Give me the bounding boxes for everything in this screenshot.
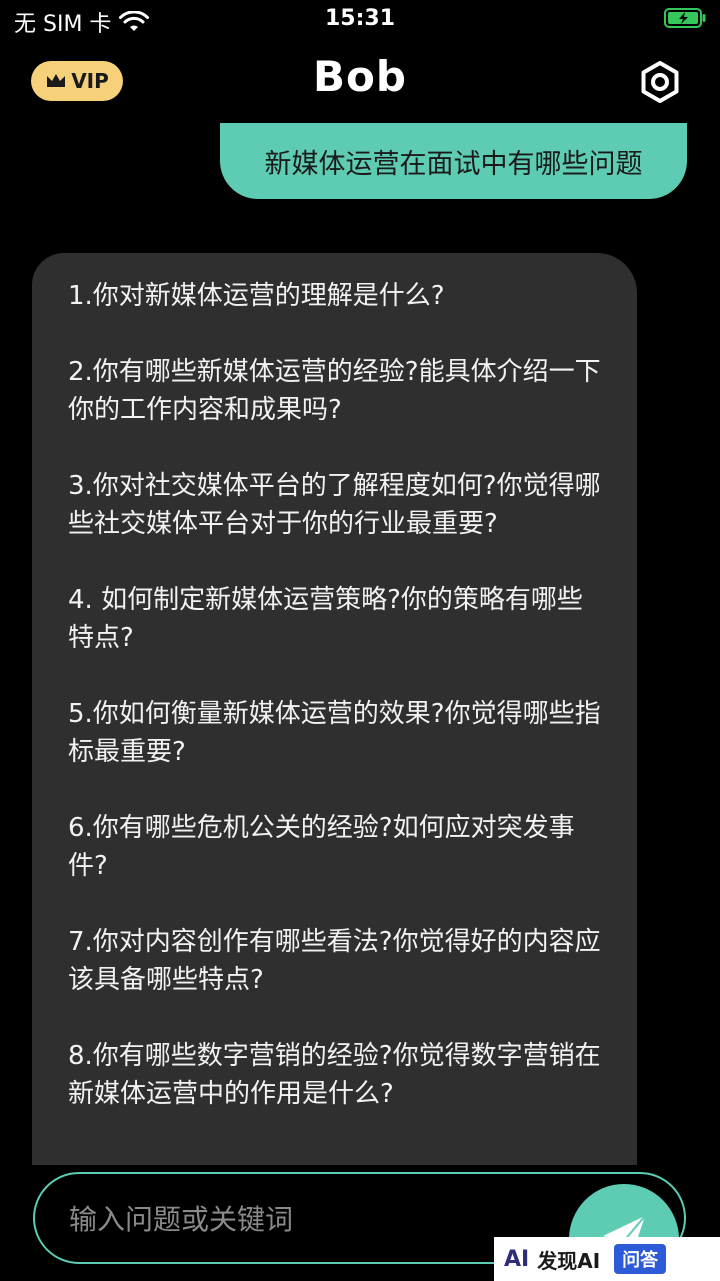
answer-item: 5.你如何衡量新媒体运营的效果?你觉得哪些指标最重要? <box>68 699 601 767</box>
answer-item: 6.你有哪些危机公关的经验?如何应对突发事件? <box>68 813 575 881</box>
answer-item: 2.你有哪些新媒体运营的经验?能具体介绍一下你的工作内容和成果吗? <box>68 357 601 425</box>
watermark: AI 发现AI 问答 <box>494 1237 720 1281</box>
answer-item: 7.你对内容创作有哪些看法?你觉得好的内容应该具备哪些特点? <box>68 927 601 995</box>
app-header: VIP Bob <box>0 40 720 124</box>
answer-item: 1.你对新媒体运营的理解是什么? <box>68 281 445 311</box>
watermark-tag: 问答 <box>614 1244 667 1274</box>
status-bar: 无 SIM 卡 15:31 <box>0 0 720 40</box>
bot-message-bubble: 1.你对新媒体运营的理解是什么? 2.你有哪些新媒体运营的经验?能具体介绍一下你… <box>32 253 637 1165</box>
answer-item: 8.你有哪些数字营销的经验?你觉得数字营销在新媒体运营中的作用是什么? <box>68 1041 601 1109</box>
bot-answer-list: 1.你对新媒体运营的理解是什么? 2.你有哪些新媒体运营的经验?能具体介绍一下你… <box>32 253 637 1113</box>
status-time: 15:31 <box>324 6 396 31</box>
battery-icon <box>664 8 706 28</box>
answer-item: 4. 如何制定新媒体运营策略?你的策略有哪些特点? <box>68 585 583 653</box>
chat-screen: 无 SIM 卡 15:31 VIP Bob 新媒体运营在面试中有哪些问题 1.你… <box>0 0 720 1281</box>
watermark-name: 发现AI <box>537 1248 601 1273</box>
settings-icon[interactable] <box>638 60 682 104</box>
message-input[interactable] <box>67 1174 551 1264</box>
watermark-logo: AI <box>504 1246 530 1272</box>
user-message-bubble: 新媒体运营在面试中有哪些问题 <box>220 123 687 199</box>
answer-item: 3.你对社交媒体平台的了解程度如何?你觉得哪些社交媒体平台对于你的行业最重要? <box>68 471 601 539</box>
app-title: Bob <box>313 52 407 101</box>
user-message-text: 新媒体运营在面试中有哪些问题 <box>264 148 643 180</box>
